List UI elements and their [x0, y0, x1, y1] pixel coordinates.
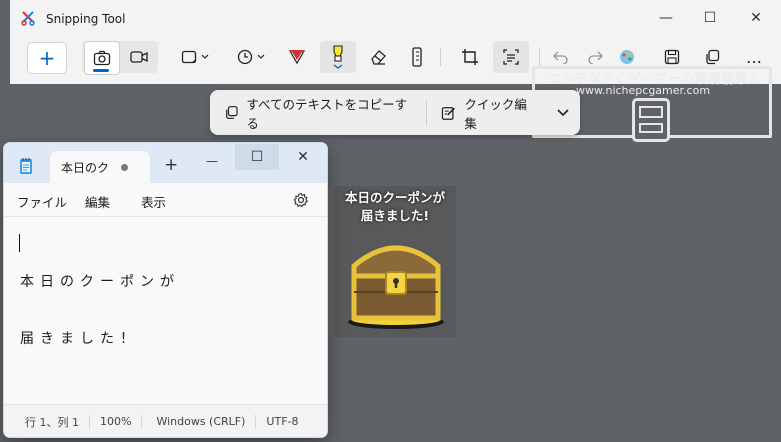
notepad-maximize-button[interactable]: ☐: [235, 144, 279, 170]
unsaved-dot-icon[interactable]: [121, 164, 129, 171]
snip-mode-icon: [181, 50, 209, 64]
quick-edit-label: クイック編集: [464, 96, 527, 131]
status-encoding[interactable]: UTF-8: [256, 415, 308, 429]
quick-edit-dropdown[interactable]: [550, 90, 580, 135]
selected-mode-indicator: [93, 69, 109, 72]
new-snip-button[interactable]: +: [27, 42, 67, 74]
notepad-tab-title: 本日のク: [61, 161, 110, 175]
quick-edit-button[interactable]: クイック編集: [427, 90, 550, 135]
notepad-close-button[interactable]: ✕: [281, 144, 325, 170]
crop-icon: [462, 49, 478, 65]
new-icon: +: [38, 46, 56, 70]
gear-icon: [293, 192, 309, 208]
text-actions-icon: [503, 49, 519, 65]
menu-file[interactable]: ファイル: [17, 192, 67, 211]
copy-all-text-button[interactable]: すべてのテキストをコピーする: [210, 90, 426, 135]
copy-icon: [226, 106, 238, 119]
notepad-text-area[interactable]: 本日のクーポンが 届きました！: [20, 235, 180, 387]
eraser-icon: [371, 50, 386, 65]
copy-all-text-label: すべてのテキストをコピーする: [246, 96, 408, 131]
notepad-settings-button[interactable]: [293, 192, 309, 211]
copy-icon: [706, 49, 720, 65]
text-line-1: 本日のクーポンが: [20, 274, 180, 290]
text-actions-button[interactable]: [493, 41, 529, 73]
more-icon: …: [746, 47, 762, 67]
text-actions-bar: すべてのテキストをコピーする クイック編集: [210, 90, 580, 135]
status-zoom[interactable]: 100%: [90, 414, 143, 429]
notepad-minimize-button[interactable]: —: [192, 148, 232, 174]
snip-close-button[interactable]: ✕: [733, 6, 779, 30]
camera-icon: [93, 50, 111, 66]
toolbar-divider: [539, 48, 540, 66]
redo-icon: [588, 51, 603, 64]
notepad-statusbar: 行 1、列 1 100% Windows (CRLF) UTF-8: [4, 404, 327, 437]
chevron-down-icon: [557, 108, 569, 116]
snip-maximize-button[interactable]: ☐: [687, 6, 733, 30]
status-cursor-position: 行 1、列 1: [4, 414, 90, 429]
notepad-app-icon: [18, 157, 34, 178]
undo-icon: [553, 51, 568, 64]
notepad-window: 本日のク + — ☐ ✕ ファイル 編集 表示 本日のクーポンが 届きました！ …: [3, 142, 328, 438]
video-mode-button[interactable]: [122, 41, 156, 73]
text-line-2: 届きました！: [20, 331, 140, 347]
ruler-icon: [412, 47, 422, 67]
highlighter-icon: [333, 45, 343, 69]
timer-icon: [237, 49, 265, 65]
paint-icon: [620, 50, 634, 64]
eraser-button[interactable]: [364, 41, 392, 73]
menu-view[interactable]: 表示: [141, 192, 166, 211]
quick-edit-icon: [441, 106, 455, 120]
snip-minimize-button[interactable]: —: [643, 6, 689, 30]
crop-button[interactable]: [454, 41, 486, 73]
coupon-image: 本日のクーポンが 届きました!: [334, 186, 456, 337]
video-icon: [130, 51, 148, 63]
toolbar-divider: [440, 48, 441, 66]
timer-dropdown[interactable]: [232, 41, 272, 73]
snipping-tool-titlebar: Snipping Tool: [20, 10, 125, 28]
menu-edit[interactable]: 編集: [85, 192, 110, 211]
pen-icon: [288, 50, 306, 65]
pen-button[interactable]: [282, 41, 312, 73]
coupon-text-line1: 本日のクーポンが: [344, 190, 445, 205]
watermark-pc-icon: [632, 98, 670, 142]
notepad-new-tab-button[interactable]: +: [164, 155, 178, 175]
watermark-line2: www.nichepcgamer.com: [576, 84, 711, 97]
status-line-ending[interactable]: Windows (CRLF): [142, 414, 257, 429]
ruler-button[interactable]: [404, 41, 430, 73]
snip-mode-dropdown[interactable]: [176, 41, 216, 73]
highlighter-button[interactable]: [320, 41, 356, 73]
snipping-tool-app-icon: [20, 10, 36, 29]
notepad-tab[interactable]: 本日のク: [50, 151, 150, 184]
treasure-chest-icon: [348, 245, 444, 329]
snipping-tool-title: Snipping Tool: [46, 12, 126, 26]
coupon-text-line2: 届きました!: [360, 208, 430, 223]
save-icon: [664, 49, 680, 65]
coupon-image-text: 本日のクーポンが 届きました!: [334, 189, 456, 225]
